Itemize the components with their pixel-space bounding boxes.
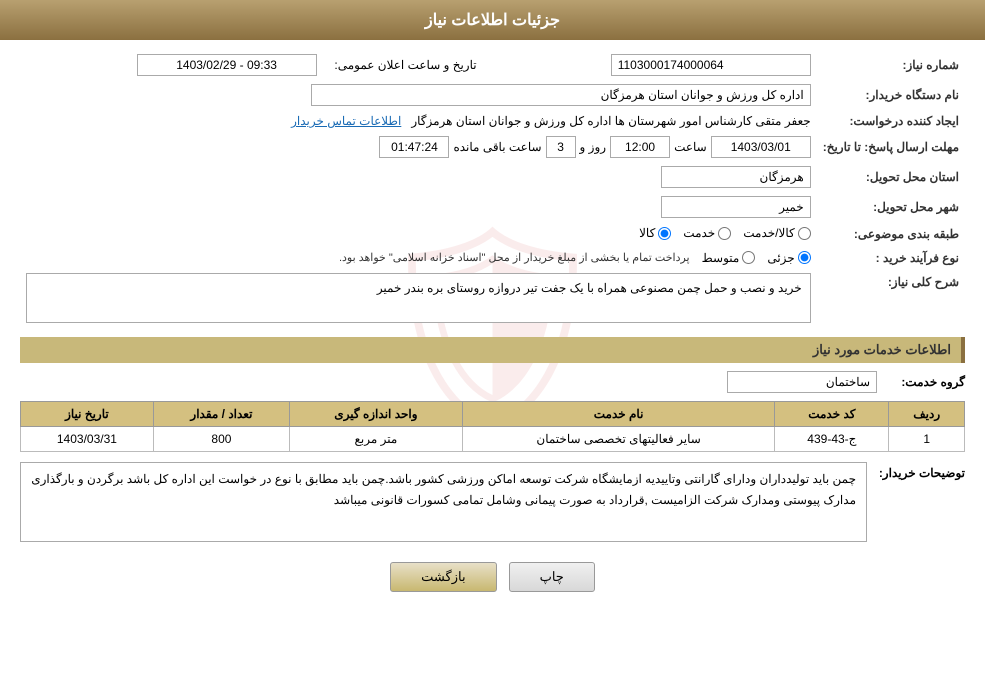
col-کد-خدمت: کد خدمت (775, 401, 889, 426)
radio-label-جزئی: جزئی (767, 251, 794, 265)
label-تاریخ-اعلان: تاریخ و ساعت اعلان عمومی: (334, 58, 476, 72)
col-واحد: واحد اندازه گیری (290, 401, 463, 426)
radio-خدمت[interactable]: خدمت (683, 226, 731, 240)
main-info-table: شماره نیاز: 1103000174000064 تاریخ و ساع… (20, 50, 965, 327)
label-ساعت: ساعت (674, 140, 707, 154)
label-نوع-فرآیند: نوع فرآیند خرید : (817, 247, 965, 269)
value-استان-تحویل: هرمزگان (661, 166, 811, 188)
services-table-container: ردیف کد خدمت نام خدمت واحد اندازه گیری ت… (20, 401, 965, 452)
col-نام-خدمت: نام خدمت (462, 401, 775, 426)
table-cell: 1 (889, 426, 965, 451)
label-گروه-خدمت: گروه خدمت: (885, 375, 965, 389)
radio-label-متوسط: متوسط (702, 251, 740, 265)
label-شرح-کلی: شرح کلی نیاز: (817, 269, 965, 327)
value-گروه-خدمت: ساختمان (727, 371, 877, 393)
نوع-فرآیند-row: جزئی متوسط پرداخت تمام یا بخشی از مبلغ خ… (26, 251, 811, 265)
value-ایجاد-کننده: جعفر متقی کارشناس امور شهرستان ها اداره … (411, 114, 810, 128)
value-تاریخ-ارسال-date: 1403/03/01 (711, 136, 811, 158)
value-نام-دستگاه: اداره کل ورزش و جوانان استان هرمزگان (311, 84, 811, 106)
label-طبقه-بندی: طبقه بندی موضوعی: (817, 222, 965, 247)
table-cell: سایر فعالیتهای تخصصی ساختمان (462, 426, 775, 451)
value-روز: 3 (546, 136, 576, 158)
row-توضیحات: توضیحات خریدار: چمن باید تولیدداران ودار… (20, 462, 965, 542)
table-cell: ج-43-439 (775, 426, 889, 451)
label-استان-تحویل: استان محل تحویل: (817, 162, 965, 192)
value-توضیحات: چمن باید تولیدداران ودارای گارانتی وتایی… (20, 462, 867, 542)
radio-group-طبقه-بندی: کالا/خدمت خدمت کالا (639, 226, 811, 240)
col-تعداد: تعداد / مقدار (153, 401, 289, 426)
print-button[interactable]: چاپ (509, 562, 595, 592)
table-cell: 800 (153, 426, 289, 451)
services-table: ردیف کد خدمت نام خدمت واحد اندازه گیری ت… (20, 401, 965, 452)
radio-input-متوسط[interactable] (742, 251, 755, 264)
radio-کالاخدمت[interactable]: کالا/خدمت (743, 226, 810, 240)
table-cell: 1403/03/31 (21, 426, 154, 451)
table-cell: متر مربع (290, 426, 463, 451)
label-توضیحات: توضیحات خریدار: (875, 462, 965, 480)
row-طبقه-بندی: طبقه بندی موضوعی: کالا/خدمت خدمت (20, 222, 965, 247)
radio-input-جزئی[interactable] (798, 251, 811, 264)
value-ساعت: 12:00 (610, 136, 670, 158)
page-container: جزئیات اطلاعات نیاز 🛡 شماره نیاز: 110300… (0, 0, 985, 691)
label-باقیمانده: ساعت باقی مانده (453, 140, 541, 154)
table-row: 1ج-43-439سایر فعالیتهای تخصصی ساختمانمتر… (21, 426, 965, 451)
label-شهر-تحویل: شهر محل تحویل: (817, 192, 965, 222)
row-استان-تحویل: استان محل تحویل: هرمزگان (20, 162, 965, 192)
value-شهر-تحویل: خمیر (661, 196, 811, 218)
link-اطلاعات-تماس[interactable]: اطلاعات تماس خریدار (291, 114, 401, 128)
radio-label-کالا: کالا (639, 226, 655, 240)
label-روز: روز و (580, 140, 607, 154)
label-نام-دستگاه: نام دستگاه خریدار: (817, 80, 965, 110)
label-شماره-نیاز: شماره نیاز: (817, 50, 965, 80)
نوع-فرآیند-desc: پرداخت تمام یا بخشی از مبلغ خریدار از مح… (339, 251, 690, 264)
row-شرح-کلی: شرح کلی نیاز: خرید و نصب و حمل چمن مصنوع… (20, 269, 965, 327)
value-باقیمانده: 01:47:24 (379, 136, 449, 158)
col-تاریخ: تاریخ نیاز (21, 401, 154, 426)
col-ردیف: ردیف (889, 401, 965, 426)
radio-متوسط[interactable]: متوسط (702, 251, 756, 265)
radio-label-خدمت: خدمت (683, 226, 715, 240)
value-شماره-نیاز: 1103000174000064 (611, 54, 811, 76)
radio-label-کالاخدمت: کالا/خدمت (743, 226, 794, 240)
row-نام-دستگاه: نام دستگاه خریدار: اداره کل ورزش و جوانا… (20, 80, 965, 110)
label-ایجاد-کننده: ایجاد کننده درخواست: (817, 110, 965, 132)
radio-جزئی[interactable]: جزئی (767, 251, 810, 265)
back-button[interactable]: بازگشت (390, 562, 496, 592)
value-شرح-کلی: خرید و نصب و حمل چمن مصنوعی همراه با یک … (26, 273, 811, 323)
row-نوع-فرآیند: نوع فرآیند خرید : جزئی متوسط پرداخت (20, 247, 965, 269)
row-گروه-خدمت: گروه خدمت: ساختمان (20, 371, 965, 393)
label-مهلت-ارسال: مهلت ارسال پاسخ: تا تاریخ: (817, 132, 965, 162)
row-مهلت-ارسال: مهلت ارسال پاسخ: تا تاریخ: 1403/03/01 سا… (20, 132, 965, 162)
row-شماره-نیاز: شماره نیاز: 1103000174000064 تاریخ و ساع… (20, 50, 965, 80)
مهلت-ارسال-row: 1403/03/01 ساعت 12:00 روز و 3 ساعت باقی … (26, 136, 811, 158)
services-table-header: ردیف کد خدمت نام خدمت واحد اندازه گیری ت… (21, 401, 965, 426)
radio-کالا[interactable]: کالا (639, 226, 671, 240)
radio-input-خدمت[interactable] (718, 227, 731, 240)
button-row: چاپ بازگشت (20, 562, 965, 592)
row-ایجاد-کننده: ایجاد کننده درخواست: جعفر متقی کارشناس ا… (20, 110, 965, 132)
radio-input-کالا[interactable] (658, 227, 671, 240)
services-table-body: 1ج-43-439سایر فعالیتهای تخصصی ساختمانمتر… (21, 426, 965, 451)
row-شهر-تحویل: شهر محل تحویل: خمیر (20, 192, 965, 222)
page-header: جزئیات اطلاعات نیاز (0, 0, 985, 40)
page-title: جزئیات اطلاعات نیاز (425, 12, 560, 29)
section-title-خدمات: اطلاعات خدمات مورد نیاز (20, 337, 965, 363)
radio-input-کالاخدمت[interactable] (798, 227, 811, 240)
value-تاریخ-اعلان: 1403/02/29 - 09:33 (137, 54, 317, 76)
header-row: ردیف کد خدمت نام خدمت واحد اندازه گیری ت… (21, 401, 965, 426)
